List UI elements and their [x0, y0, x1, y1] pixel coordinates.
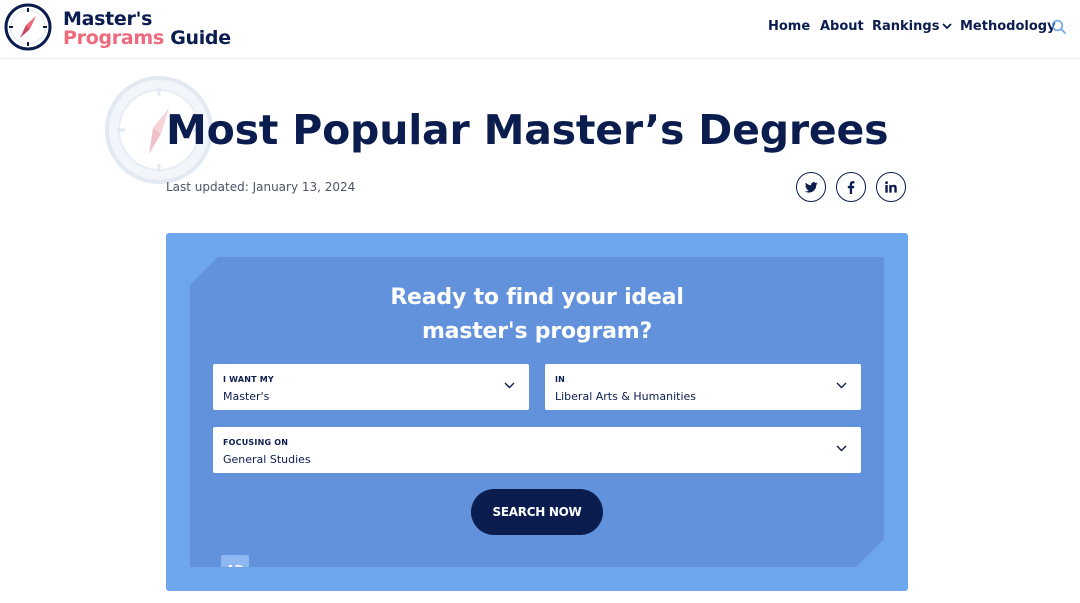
degree-level-select[interactable]: I WANT MY Master's — [213, 364, 529, 410]
nav-rankings[interactable]: Rankings — [872, 19, 953, 34]
focus-value: General Studies — [223, 453, 311, 466]
ad-badge: AD — [221, 555, 249, 583]
nav-methodology[interactable]: Methodology — [960, 19, 1056, 34]
chevron-down-icon — [504, 382, 515, 389]
search-now-button[interactable]: SEARCH NOW — [471, 489, 603, 535]
degree-level-label: I WANT MY — [223, 375, 274, 384]
subject-area-label: IN — [555, 375, 566, 384]
search-widget-heading: Ready to find your ideal master's progra… — [190, 281, 884, 349]
focus-label: FOCUSING ON — [223, 438, 289, 447]
last-updated: Last updated: January 13, 2024 — [166, 180, 356, 194]
search-widget: Ready to find your ideal master's progra… — [166, 233, 908, 591]
site-header: Master's Programs Guide Home About Ranki… — [0, 0, 1080, 59]
linkedin-icon — [885, 181, 897, 193]
nav-rankings-label: Rankings — [872, 19, 940, 34]
logo-text-programs: Programs — [63, 27, 164, 49]
site-logo[interactable]: Master's Programs Guide — [3, 2, 231, 52]
search-widget-heading-text: Ready to find your ideal master's progra… — [390, 285, 684, 344]
chevron-down-icon — [836, 382, 847, 389]
page-title: Most Popular Master’s Degrees — [166, 106, 889, 154]
facebook-icon — [847, 180, 855, 194]
chevron-down-icon — [942, 23, 953, 30]
degree-level-value: Master's — [223, 390, 270, 403]
logo-text-line2: Programs Guide — [63, 28, 231, 48]
focus-select[interactable]: FOCUSING ON General Studies — [213, 427, 861, 473]
share-facebook-button[interactable] — [836, 172, 866, 202]
subject-area-select[interactable]: IN Liberal Arts & Humanities — [545, 364, 861, 410]
logo-text-line1: Master's — [63, 8, 153, 30]
search-widget-panel: Ready to find your ideal master's progra… — [190, 257, 884, 567]
search-icon[interactable] — [1051, 19, 1067, 35]
chevron-down-icon — [836, 445, 847, 452]
share-linkedin-button[interactable] — [876, 172, 906, 202]
share-twitter-button[interactable] — [796, 172, 826, 202]
logo-text-guide: Guide — [170, 27, 231, 49]
twitter-icon — [804, 181, 818, 193]
compass-logo-icon — [4, 3, 52, 51]
subject-area-value: Liberal Arts & Humanities — [555, 390, 697, 403]
nav-home[interactable]: Home — [768, 19, 810, 34]
nav-about[interactable]: About — [820, 19, 864, 34]
